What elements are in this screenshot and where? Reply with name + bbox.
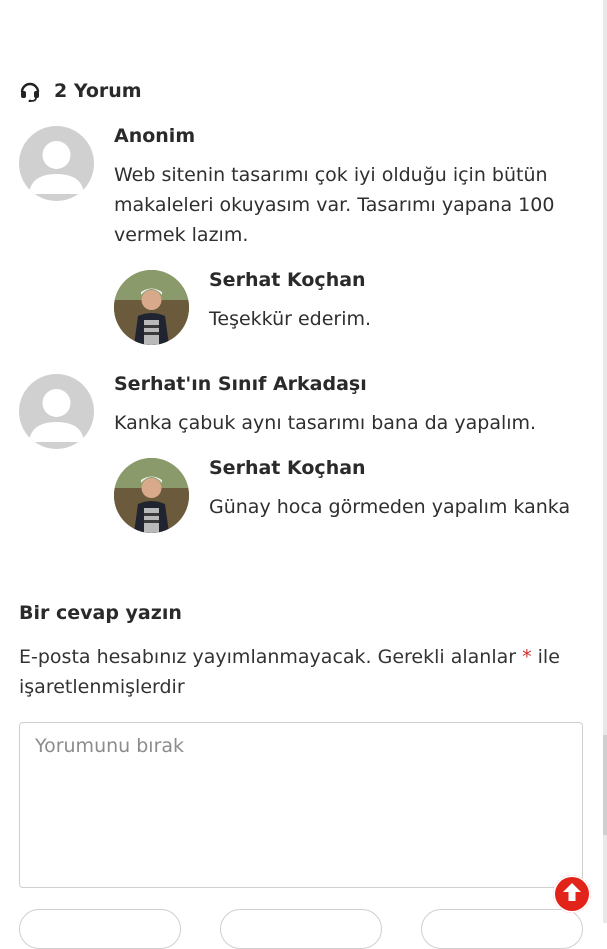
default-avatar — [19, 374, 94, 449]
comment-author[interactable]: Anonim — [114, 125, 195, 147]
scrollbar-thumb[interactable] — [603, 735, 607, 835]
page-scrollbar[interactable] — [603, 0, 607, 923]
comment-text: Web sitenin tasarımı çok iyi olduğu için… — [114, 164, 555, 246]
comment-text: Kanka çabuk aynı tasarımı bana da yapalı… — [114, 412, 537, 434]
website-field[interactable] — [421, 909, 583, 949]
reply-form-notes: E-posta hesabınız yayımlanmayacak. Gerek… — [19, 642, 579, 702]
scroll-to-top-button[interactable] — [553, 875, 591, 913]
user-photo-avatar — [114, 270, 189, 345]
user-photo-avatar — [114, 458, 189, 533]
headset-icon — [19, 80, 41, 102]
comment-author[interactable]: Serhat'ın Sınıf Arkadaşı — [114, 373, 367, 395]
reply-form-title: Bir cevap yazın — [19, 602, 182, 624]
comments-count: 2 Yorum — [19, 78, 142, 104]
reply-author[interactable]: Serhat Koçhan — [209, 269, 366, 291]
email-field[interactable] — [220, 909, 382, 949]
name-field[interactable] — [19, 909, 181, 949]
reply-author[interactable]: Serhat Koçhan — [209, 457, 366, 479]
reply-text: Günay hoca görmeden yapalım kanka — [209, 496, 571, 518]
reply-text: Teşekkür ederim. — [209, 308, 372, 330]
comments-count-label: 2 Yorum — [54, 80, 142, 102]
default-avatar — [19, 126, 94, 201]
notes-text: E-posta hesabınız yayımlanmayacak. Gerek… — [19, 646, 517, 668]
required-mark: * — [522, 646, 532, 668]
arrow-up-icon — [560, 880, 584, 908]
comment-textarea[interactable] — [19, 722, 583, 888]
